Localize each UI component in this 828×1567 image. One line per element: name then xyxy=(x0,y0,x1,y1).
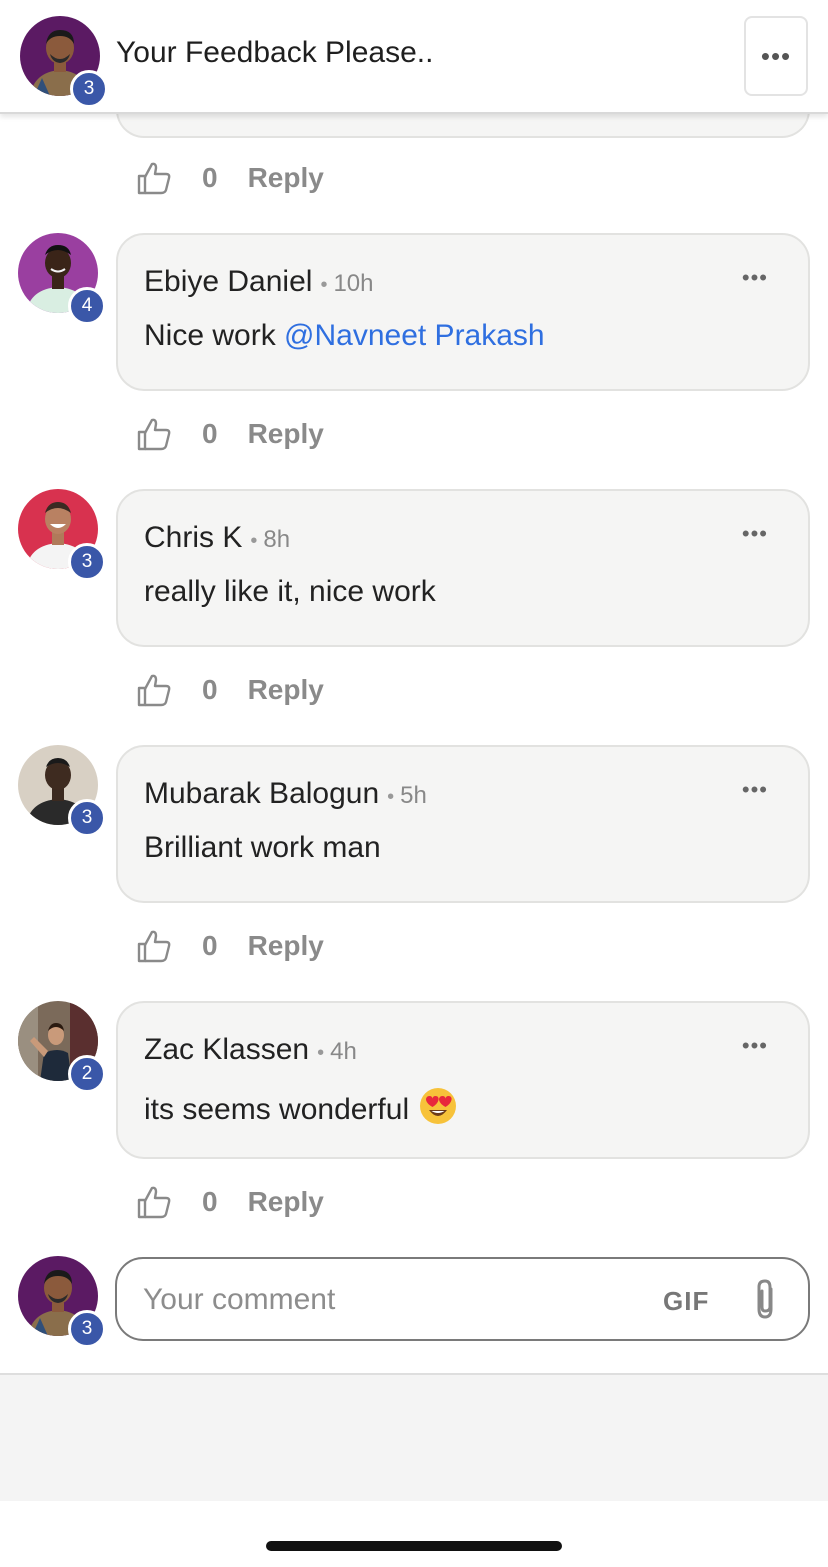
level-badge: 3 xyxy=(68,1310,106,1348)
comment-more-button[interactable]: ••• xyxy=(742,777,768,803)
comments-screen: 3 Your Feedback Please.. ••• 0 Reply 4 E… xyxy=(0,0,828,1567)
comment-bubble: Chris K • 8h ••• really like it, nice work xyxy=(116,489,810,647)
my-avatar[interactable]: 3 xyxy=(18,1256,108,1348)
reply-button[interactable]: Reply xyxy=(248,674,324,706)
comment-more-button[interactable]: ••• xyxy=(742,1033,768,1059)
comment-input-placeholder: Your comment xyxy=(143,1283,336,1316)
gif-button[interactable]: GIF xyxy=(663,1286,709,1317)
comment-text: Nice work xyxy=(144,319,285,352)
comment-bubble: Zac Klassen • 4h ••• its seems wonderful xyxy=(116,1001,810,1159)
comment-bubble: Ebiye Daniel • 10h ••• Nice work @Navneet … xyxy=(116,233,810,391)
separator-dot: • xyxy=(387,786,395,808)
like-count: 0 xyxy=(202,930,218,961)
level-badge: 3 xyxy=(68,543,106,581)
more-icon: ••• xyxy=(760,40,792,71)
thumbs-up-icon[interactable] xyxy=(136,160,172,196)
commenter-avatar[interactable]: 3 xyxy=(18,489,108,581)
reply-button[interactable]: Reply xyxy=(248,418,324,450)
comment-text: its seems wonderful xyxy=(144,1093,410,1126)
comment-actions: 0 Reply xyxy=(136,670,324,710)
comment-actions: 0 Reply xyxy=(136,414,324,454)
comment-text-row: its seems wonderful xyxy=(144,1087,457,1127)
comment-text-row: Nice work @Navneet Prakash xyxy=(144,319,545,353)
comment-time: 4h xyxy=(330,1038,357,1065)
author-row: Ebiye Daniel • 10h xyxy=(144,265,374,299)
comment-more-button[interactable]: ••• xyxy=(742,265,768,291)
reply-button[interactable]: Reply xyxy=(248,162,324,194)
heart-eyes-emoji-icon xyxy=(420,1088,457,1124)
commenter-avatar[interactable]: 3 xyxy=(18,745,108,837)
level-badge: 2 xyxy=(68,1055,106,1093)
comment-actions: 0 Reply xyxy=(136,926,324,966)
separator-dot: • xyxy=(320,274,328,296)
home-indicator[interactable] xyxy=(266,1541,562,1551)
post-header: 3 Your Feedback Please.. ••• xyxy=(0,0,828,114)
author-name[interactable]: Chris K xyxy=(144,521,242,554)
comment-input[interactable]: Your comment GIF xyxy=(115,1257,810,1341)
commenter-avatar[interactable]: 4 xyxy=(18,233,108,325)
reply-button[interactable]: Reply xyxy=(248,1186,324,1218)
author-name[interactable]: Mubarak Balogun xyxy=(144,777,379,810)
level-badge: 3 xyxy=(68,799,106,837)
footer-area xyxy=(0,1375,828,1501)
like-count: 0 xyxy=(202,418,218,449)
level-badge: 3 xyxy=(70,70,108,108)
comment-text: really like it, nice work xyxy=(144,575,436,608)
author-row: Mubarak Balogun • 5h xyxy=(144,777,427,811)
paperclip-icon[interactable] xyxy=(751,1277,779,1321)
comment-more-button[interactable]: ••• xyxy=(742,521,768,547)
separator-dot: • xyxy=(317,1042,325,1064)
comment-actions: 0 Reply xyxy=(136,1182,324,1222)
previous-comment-actions: 0 Reply xyxy=(136,158,324,198)
like-count: 0 xyxy=(202,674,218,705)
level-badge: 4 xyxy=(68,287,106,325)
comment-time: 10h xyxy=(333,270,374,297)
more-options-button[interactable]: ••• xyxy=(744,16,808,96)
thumbs-up-icon[interactable] xyxy=(136,416,172,452)
comment-time: 8h xyxy=(263,526,291,553)
author-name[interactable]: Zac Klassen xyxy=(144,1033,309,1066)
thumbs-up-icon[interactable] xyxy=(136,928,172,964)
reply-button[interactable]: Reply xyxy=(248,930,324,962)
user-mention-link[interactable]: @Navneet Prakash xyxy=(284,319,545,352)
comment-bubble: Mubarak Balogun • 5h ••• Brilliant work ma… xyxy=(116,745,810,903)
commenter-avatar[interactable]: 2 xyxy=(18,1001,108,1093)
like-count: 0 xyxy=(202,162,218,193)
thumbs-up-icon[interactable] xyxy=(136,1184,172,1220)
comment-text: Brilliant work man xyxy=(144,831,381,864)
author-row: Zac Klassen • 4h xyxy=(144,1033,357,1067)
separator-dot: • xyxy=(250,530,258,552)
like-count: 0 xyxy=(202,1186,218,1217)
author-row: Chris K • 8h xyxy=(144,521,290,555)
author-name[interactable]: Ebiye Daniel xyxy=(144,265,312,298)
comment-time: 5h xyxy=(400,782,427,809)
header-avatar[interactable]: 3 xyxy=(20,16,110,108)
thumbs-up-icon[interactable] xyxy=(136,672,172,708)
page-title: Your Feedback Please.. xyxy=(116,36,434,69)
